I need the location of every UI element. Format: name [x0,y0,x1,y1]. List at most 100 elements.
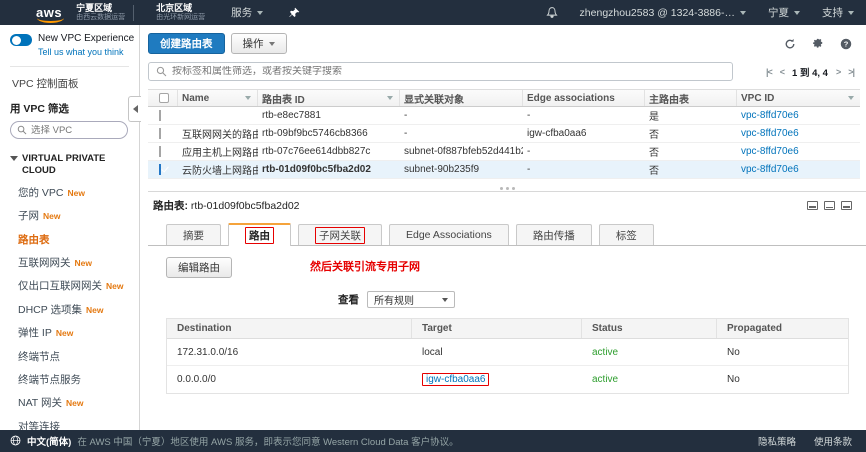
vpc-link[interactable]: vpc-8ffd70e6 [741,110,799,121]
footer: 中文(简体) 在 AWS 中国（宁夏）地区使用 AWS 服务，即表示您同意 We… [0,430,866,452]
vpc-filter-search[interactable] [10,121,128,139]
section-vpc-label: VIRTUAL PRIVATE CLOUD [22,153,139,177]
table-utility-icons: ? [784,37,852,49]
annotation-subnet-note: 然后关联引流专用子网 [310,258,420,274]
region-secondary-subtitle: 由光环新网运营 [156,14,205,21]
drag-handle-icon[interactable] [500,187,515,190]
sidebar-item-peering-connections[interactable]: 对等连接 [10,415,139,431]
refresh-icon[interactable] [784,37,796,49]
tag-filter-search[interactable] [148,62,733,81]
create-route-table-button[interactable]: 创建路由表 [148,33,225,54]
edit-row: 编辑路由 然后关联引流专用子网 [166,257,866,278]
account-menu-label: zhengzhou2583 @ 1324-3886-… [580,7,735,19]
sidebar-item-endpoints[interactable]: 终端节点 [10,344,139,367]
sidebar: New VPC Experience Tell us what you thin… [0,25,140,430]
sidebar-nav-list: 您的 VPCNew 子网New 路由表 互联网网关New 仅出口互联网网关New… [10,181,139,430]
table-row[interactable]: 应用主机上网路由 rtb-07c76ee614dbb827c subnet-0f… [148,143,860,161]
row-checkbox-checked[interactable] [159,164,161,175]
tab-route-propagation[interactable]: 路由传播 [516,224,592,245]
region-menu[interactable]: 宁夏 [768,5,800,20]
detail-tabs: 摘要 路由 子网关联 Edge Associations 路由传播 标签 [148,223,866,246]
route-row: 172.31.0.0/16 local active No [167,339,848,366]
support-menu-label: 支持 [822,5,843,20]
topbar-divider [133,5,134,21]
view-select-value: 所有规则 [374,292,414,307]
col-header-main[interactable]: 主路由表 [645,90,737,106]
tab-routes[interactable]: 路由 [228,223,291,246]
panel-layout-split-icon[interactable] [824,201,835,210]
edit-routes-button[interactable]: 编辑路由 [166,257,232,278]
tab-tags[interactable]: 标签 [599,224,654,245]
tag-filter-input[interactable] [172,66,725,77]
select-all-checkbox[interactable] [159,93,169,103]
prev-page-icon[interactable]: < [780,67,784,77]
sidebar-item-egress-only-gateways[interactable]: 仅出口互联网网关New [10,274,139,297]
col-header-vpc-id[interactable]: VPC ID [737,90,860,106]
sidebar-item-endpoint-services[interactable]: 终端节点服务 [10,368,139,391]
sidebar-item-route-tables[interactable]: 路由表 [10,228,139,251]
col-header-name[interactable]: Name [178,90,258,106]
next-page-icon[interactable]: > [836,67,840,77]
aws-logo[interactable]: aws [36,5,62,20]
new-badge: New [75,258,92,268]
sidebar-item-nat-gateways[interactable]: NAT 网关New [10,391,139,414]
chevron-down-icon [10,156,18,161]
actions-button-label: 操作 [243,36,264,51]
first-page-icon[interactable]: |< [766,67,772,77]
account-menu[interactable]: zhengzhou2583 @ 1324-3886-… [580,7,746,19]
new-vpc-experience-toggle[interactable] [10,34,32,46]
sidebar-item-internet-gateways[interactable]: 互联网网关New [10,251,139,274]
table-row[interactable]: rtb-e8ec7881 - - 是 vpc-8ffd70e6 [148,107,860,125]
col-header-route-table-id[interactable]: 路由表 ID [258,90,400,106]
panel-layout-bottom-icon[interactable] [807,201,818,210]
col-header-edge-assoc[interactable]: Edge associations [523,90,645,106]
help-icon[interactable]: ? [840,37,852,49]
privacy-policy-link[interactable]: 隐私策略 [758,434,796,448]
row-checkbox[interactable] [159,128,161,139]
section-virtual-private-cloud[interactable]: VIRTUAL PRIVATE CLOUD [10,153,139,177]
view-filter-row: 查看 所有规则 [338,291,866,308]
gear-icon[interactable] [812,37,824,49]
tab-edge-associations[interactable]: Edge Associations [389,224,509,245]
tab-subnet-associations[interactable]: 子网关联 [298,224,382,245]
table-row-selected[interactable]: 云防火墙上网路由 rtb-01d09f0bc5fba2d02 subnet-90… [148,161,860,179]
support-menu[interactable]: 支持 [822,5,854,20]
col-status: Status [582,319,717,338]
row-checkbox[interactable] [159,146,161,157]
vpc-link[interactable]: vpc-8ffd70e6 [741,128,799,139]
panel-layout-collapse-icon[interactable] [841,201,852,210]
sort-icon [387,96,393,100]
language-selector[interactable]: 中文(简体) [27,434,71,448]
pin-icon[interactable] [289,7,300,18]
new-badge: New [68,188,85,198]
feedback-link[interactable]: Tell us what you think [38,47,139,57]
chevron-left-icon [133,105,138,113]
sidebar-item-your-vpcs[interactable]: 您的 VPCNew [10,181,139,204]
table-row[interactable]: 互联网网关的路由 rtb-09bf9bc5746cb8366 - igw-cfb… [148,125,860,143]
view-rules-select[interactable]: 所有规则 [367,291,455,308]
actions-button[interactable]: 操作 [231,33,287,54]
vpc-link[interactable]: vpc-8ffd70e6 [741,164,799,175]
panel-split-divider[interactable] [148,191,866,192]
vpc-search-input[interactable] [31,125,117,136]
services-menu-label: 服务 [231,5,252,20]
route-tables-table: Name 路由表 ID 显式关联对象 Edge associations 主路由… [148,89,860,179]
tab-summary[interactable]: 摘要 [166,224,221,245]
services-menu[interactable]: 服务 [231,5,263,20]
sidebar-item-elastic-ips[interactable]: 弹性 IPNew [10,321,139,344]
sidebar-item-dhcp-option-sets[interactable]: DHCP 选项集New [10,298,139,321]
vpc-link[interactable]: vpc-8ffd70e6 [741,146,799,157]
col-header-explicit-assoc[interactable]: 显式关联对象 [400,90,523,106]
route-status: active [582,374,717,385]
row-checkbox[interactable] [159,110,161,121]
notifications-bell[interactable] [546,6,558,19]
sidebar-item-vpc-dashboard[interactable]: VPC 控制面板 [12,76,139,91]
region-menu-label: 宁夏 [768,5,789,20]
last-page-icon[interactable]: >| [848,67,854,77]
igw-target-link[interactable]: igw-cfba0aa6 [422,373,489,386]
footer-agreement-text: 在 AWS 中国（宁夏）地区使用 AWS 服务，即表示您同意 Western C… [77,434,458,448]
terms-of-use-link[interactable]: 使用条款 [814,434,852,448]
sidebar-collapse-button[interactable] [128,96,141,122]
globe-icon [10,435,21,446]
sidebar-item-subnets[interactable]: 子网New [10,204,139,227]
